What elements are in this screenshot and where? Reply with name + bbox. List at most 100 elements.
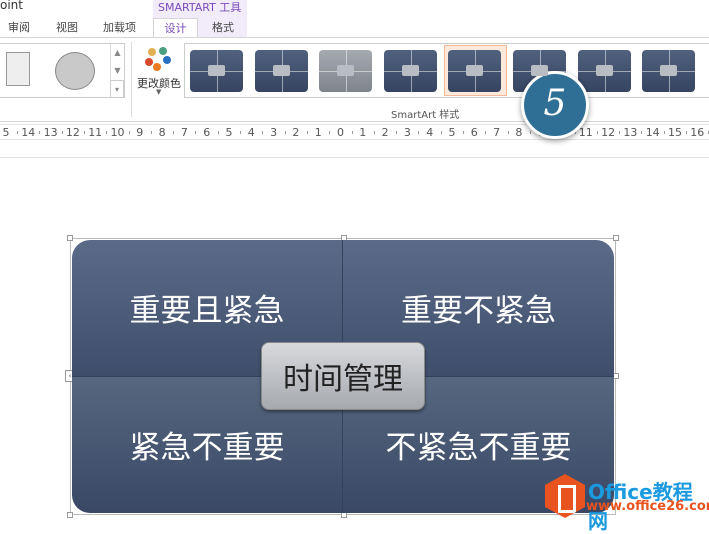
center-box-icon	[208, 65, 225, 76]
style-thumb-1[interactable]	[190, 50, 243, 92]
scroll-up-button[interactable]: ▲	[110, 44, 124, 62]
ruler-tick	[217, 131, 219, 134]
change-colors-button[interactable]: ▼	[135, 44, 183, 100]
ruler-number: 9	[136, 126, 144, 139]
gallery-more-button[interactable]: ▾	[110, 80, 124, 98]
center-box-icon	[337, 65, 354, 76]
horizontal-ruler[interactable]: 5141312111098765432101234567891011121314…	[0, 124, 709, 140]
ruler-tick	[262, 131, 264, 134]
center-box-icon	[531, 65, 548, 76]
gallery-group-label: SmartArt 样式	[391, 110, 460, 121]
tab-design[interactable]: 设计	[153, 18, 198, 38]
app-title: oint	[0, 0, 23, 12]
ruler-tick	[240, 131, 241, 134]
ruler-tick	[128, 131, 130, 134]
ruler-tick	[507, 131, 509, 134]
ruler-number: 15	[668, 126, 682, 139]
change-colors-label: 更改颜色	[137, 77, 181, 90]
ruler-number: 14	[21, 126, 36, 139]
ruler-tick	[150, 131, 152, 134]
ruler-number: 3	[403, 126, 411, 139]
ruler-tick	[596, 131, 598, 134]
ruler-number: 7	[180, 126, 188, 139]
ruler-tick	[463, 131, 464, 134]
ruler-number: 11	[578, 126, 593, 139]
ruler-tick	[373, 131, 375, 134]
layout-thumb-icon[interactable]	[6, 52, 30, 86]
color-dot-icon	[148, 48, 156, 56]
ruler-number: 5	[448, 126, 456, 139]
ruler-number: 4	[247, 126, 255, 139]
ruler-tick	[396, 131, 398, 134]
watermark-url: www.office26.com	[586, 499, 709, 514]
ruler-number: 6	[470, 126, 478, 139]
center-box-icon	[402, 65, 419, 76]
ruler-number: 8	[158, 126, 166, 139]
ruler-tick	[641, 131, 643, 134]
tab-view[interactable]: 视图	[56, 18, 78, 37]
ruler-number: 4	[426, 126, 434, 139]
ruler-tick	[17, 131, 18, 134]
color-dot-icon	[145, 58, 153, 66]
ruler-tick	[418, 131, 420, 134]
scroll-down-button[interactable]: ▼	[110, 62, 124, 80]
center-box-icon	[273, 65, 290, 76]
divider	[0, 157, 709, 158]
color-dot-icon	[153, 63, 161, 71]
layout-gallery[interactable]: ▲ ▼ ▾	[0, 43, 125, 98]
ruler-number: 13	[43, 126, 58, 139]
center-box-icon	[596, 65, 613, 76]
layout-thumb-icon[interactable]	[55, 52, 95, 90]
ruler-tick	[195, 131, 197, 134]
ruler-tick	[61, 131, 63, 134]
color-dot-icon	[163, 56, 171, 64]
ruler-number: 5	[225, 126, 233, 139]
ruler-tick	[284, 131, 286, 134]
ruler-tick	[306, 131, 308, 134]
ruler-number: 2	[292, 126, 300, 139]
style-thumb-3[interactable]	[319, 50, 372, 92]
ruler-number: 5	[2, 126, 10, 139]
divider	[131, 42, 132, 117]
ruler-number: 2	[381, 126, 389, 139]
ruler-tick	[440, 131, 442, 134]
style-thumb-4[interactable]	[384, 50, 437, 92]
ruler-tick	[39, 131, 41, 134]
ruler-number: 10	[110, 126, 125, 139]
tab-addins[interactable]: 加载项	[103, 18, 136, 37]
ruler-tick	[106, 131, 108, 134]
ruler-number: 7	[493, 126, 501, 139]
ruler-tick	[329, 131, 331, 134]
center-box-icon	[466, 65, 483, 76]
ruler-tick	[485, 131, 487, 134]
style-thumb-8[interactable]	[642, 50, 695, 92]
ruler-number: 12	[601, 126, 616, 139]
smartart-tools-label: SMARTART 工具	[158, 1, 242, 14]
ruler-number: 1	[359, 126, 367, 139]
tab-review[interactable]: 审阅	[8, 18, 30, 37]
style-thumb-2[interactable]	[255, 50, 308, 92]
ruler-tick	[619, 131, 621, 134]
ruler-tick	[83, 131, 85, 134]
style-thumb-5[interactable]	[448, 50, 501, 92]
style-thumb-7[interactable]	[578, 50, 631, 92]
ruler-number: 6	[203, 126, 211, 139]
ruler-tick	[663, 131, 665, 134]
ruler-number: 13	[623, 126, 638, 139]
ruler-number: 12	[65, 126, 80, 139]
ruler-number: 16	[690, 126, 705, 139]
ruler-tick	[686, 131, 687, 134]
ruler-tick	[351, 131, 353, 134]
color-dot-icon	[159, 47, 167, 55]
ruler-number: 3	[270, 126, 278, 139]
ruler-number: 11	[88, 126, 103, 139]
ruler-tick	[529, 131, 531, 134]
center-box-icon	[660, 65, 677, 76]
center-shape[interactable]: 时间管理	[261, 342, 425, 410]
ruler-number: 0	[337, 126, 344, 139]
tab-format[interactable]: 格式	[212, 18, 234, 37]
ruler-number: 1	[314, 126, 322, 139]
ruler-number: 8	[515, 126, 523, 139]
ruler-number: 14	[645, 126, 660, 139]
step-badge: 5	[521, 71, 589, 139]
